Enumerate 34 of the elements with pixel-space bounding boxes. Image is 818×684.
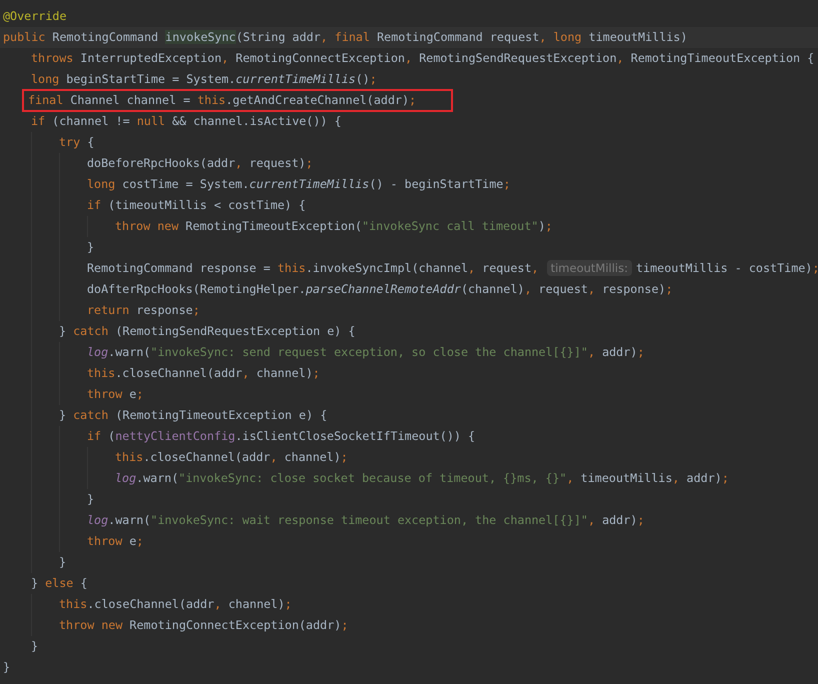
code-line: } catch (RemotingTimeoutException e) { (59, 407, 328, 424)
code-line: doBeforeRpcHooks(addr, request); (87, 155, 313, 172)
code-line: throws InterruptedException, RemotingConnectException, RemotingSendRequestException, RemotingTimeoutException { (31, 50, 814, 67)
code-line: } (59, 554, 66, 571)
code-line: if (channel != null && channel.isActive()) { (31, 113, 342, 130)
code-line: try { (59, 134, 94, 151)
code-line: throw new RemotingConnectException(addr); (59, 617, 348, 634)
code-line: this.closeChannel(addr, channel); (87, 365, 320, 382)
code-line: } (87, 239, 94, 256)
highlighted-code-line: final Channel channel = this.getAndCreateChannel(addr); (25, 92, 450, 109)
code-line: public RemotingCommand invokeSync(String addr, final RemotingCommand request, long timeoutMillis) (3, 29, 688, 46)
parameter-hint: timeoutMillis: (546, 260, 632, 276)
code-line: } catch (RemotingSendRequestException e) { (59, 323, 356, 340)
code-line: log.warn("invokeSync: send request exception, so close the channel[{}]", addr); (87, 344, 644, 361)
code-line: throw new RemotingTimeoutException("invokeSync call timeout"); (115, 218, 552, 235)
code-line: } (31, 638, 38, 655)
code-line: if (nettyClientConfig.isClientCloseSocketIfTimeout()) { (87, 428, 476, 445)
code-line: log.warn("invokeSync: wait response timeout exception, the channel[{}]", addr); (87, 512, 644, 529)
code-line: log.warn("invokeSync: close socket because of timeout, {}ms, {}", timeoutMillis, addr); (115, 470, 729, 487)
code-line: return response; (87, 302, 200, 319)
code-line: throw e; (87, 533, 144, 550)
code-line: long costTime = System.currentTimeMillis() - beginStartTime; (87, 176, 510, 193)
code-line: } (87, 491, 94, 508)
code-line: this.closeChannel(addr, channel); (115, 449, 348, 466)
code-line: this.closeChannel(addr, channel); (59, 596, 292, 613)
code-line: timeoutMillis - costTime); (636, 260, 818, 277)
code-line: throw e; (87, 386, 144, 403)
code-line: } (3, 659, 10, 676)
code-line: RemotingCommand response = this.invokeSyncImpl(channel, request, (87, 260, 539, 277)
code-line: @Override (3, 8, 66, 25)
code-line: if (timeoutMillis < costTime) { (87, 197, 306, 214)
code-line: long beginStartTime = System.currentTimeMillis(); (31, 71, 377, 88)
code-line: doAfterRpcHooks(RemotingHelper.parseChannelRemoteAddr(channel), request, response); (87, 281, 673, 298)
code-line: } else { (31, 575, 88, 592)
